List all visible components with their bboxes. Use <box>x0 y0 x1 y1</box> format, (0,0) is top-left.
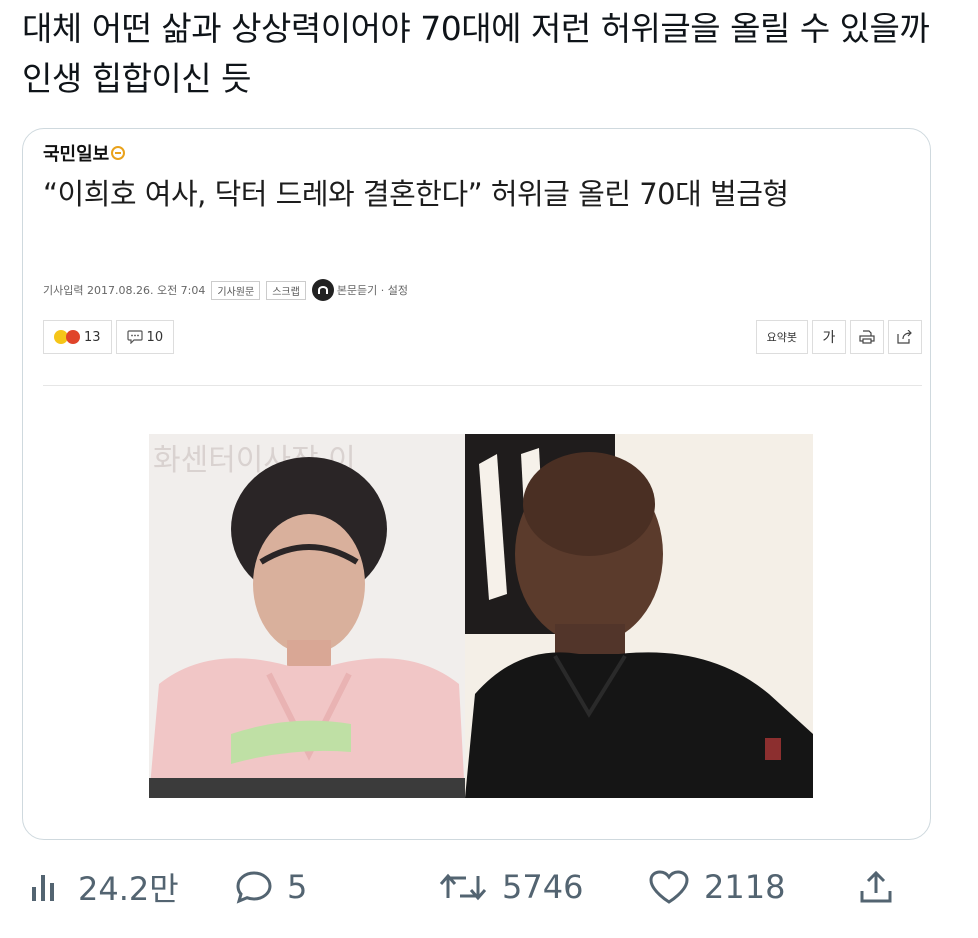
views-button[interactable]: 24.2만 <box>30 862 179 912</box>
summary-bot-button[interactable]: 요약봇 <box>755 320 808 354</box>
scrap-button[interactable]: 스크랩 <box>266 280 306 300</box>
like-button[interactable]: 2118 <box>648 862 785 912</box>
upload-share-icon <box>860 870 892 903</box>
divider <box>43 385 922 386</box>
article-date: 기사입력 2017.08.26. 오전 7:04 <box>43 284 206 297</box>
listen-button[interactable]: 본문듣기 · 설정 <box>311 279 409 301</box>
angry-emoji-icon <box>66 330 80 344</box>
views-count: 24.2만 <box>78 870 179 908</box>
comment-icon <box>126 330 143 344</box>
views-icon <box>32 875 54 901</box>
print-button[interactable] <box>850 320 884 354</box>
comment-button[interactable]: 10 <box>115 320 175 354</box>
article-tools: 요약봇 가 <box>755 320 922 354</box>
share-button[interactable] <box>888 320 922 354</box>
article-headline: “이희호 여사, 닥터 드레와 결혼한다” 허위글 올린 70대 벌금형 <box>43 177 789 211</box>
reply-count: 5 <box>287 868 308 906</box>
tweet-text: 대체 어떤 삶과 상상력이어야 70대에 저런 허위글을 올릴 수 있을까 인생… <box>22 9 930 98</box>
share-icon <box>897 330 912 344</box>
share-tweet-button[interactable] <box>858 862 894 912</box>
publisher-name: 국민일보 <box>43 144 110 165</box>
like-count: 2118 <box>704 868 786 906</box>
reply-icon <box>236 871 272 904</box>
retweet-count: 5746 <box>502 868 584 906</box>
publisher-badge-icon <box>111 146 126 160</box>
link-card[interactable]: 국민일보 “이희호 여사, 닥터 드레와 결혼한다” 허위글 올린 70대 벌금… <box>22 128 931 840</box>
font-size-button[interactable]: 가 <box>812 320 846 354</box>
tweet-actions: 24.2만 5 5746 2118 <box>30 862 930 912</box>
print-icon <box>859 330 875 344</box>
original-article-button[interactable]: 기사원문 <box>211 280 261 300</box>
retweet-button[interactable]: 5746 <box>438 862 583 912</box>
emoji-reaction-button[interactable]: 13 <box>43 320 112 354</box>
headphones-icon <box>311 279 334 301</box>
emoji-count: 13 <box>84 329 101 345</box>
heart-icon <box>649 870 689 904</box>
reaction-bar: 13 10 <box>43 320 175 354</box>
publisher: 국민일보 <box>43 140 126 166</box>
retweet-icon <box>439 873 487 901</box>
reply-button[interactable]: 5 <box>235 862 307 912</box>
listen-label: 본문듣기 · 설정 <box>336 284 409 297</box>
comment-count: 10 <box>146 329 164 345</box>
article-photo: 화센터이사장 이 <box>149 434 813 798</box>
article-meta: 기사입력 2017.08.26. 오전 7:04 기사원문 스크랩 본문듣기 ·… <box>43 279 408 301</box>
